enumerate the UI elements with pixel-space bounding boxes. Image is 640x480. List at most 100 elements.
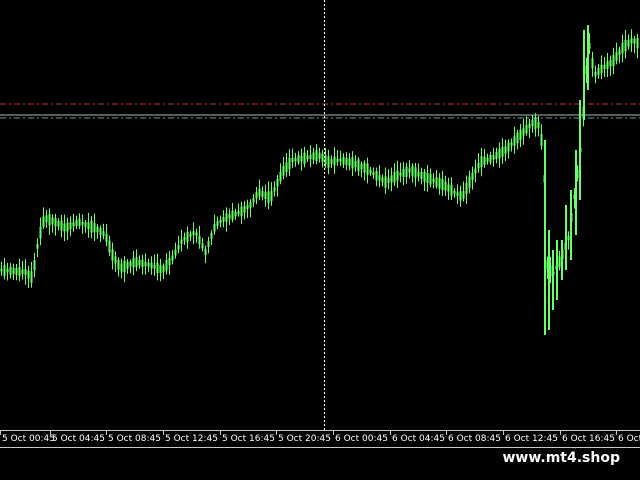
candle: [168, 250, 171, 275]
candle: [315, 144, 318, 165]
candlestick-chart[interactable]: [0, 0, 640, 430]
candle: [222, 210, 225, 228]
candle: [57, 218, 60, 231]
candle-body: [288, 157, 291, 170]
candle: [240, 201, 243, 224]
candle: [123, 256, 126, 283]
time-label-3: 5 Oct 12:45: [165, 434, 218, 444]
candle: [279, 163, 282, 185]
candle-body: [141, 259, 144, 268]
candle: [204, 245, 207, 264]
candle: [603, 56, 606, 77]
candle: [78, 213, 81, 230]
candle: [231, 202, 234, 223]
candle-body: [507, 142, 510, 152]
candle: [144, 253, 147, 275]
candle-body: [213, 223, 216, 232]
candle-body: [501, 146, 504, 157]
candle: [474, 159, 477, 183]
candle: [3, 258, 6, 280]
candle: [75, 215, 78, 230]
candle-body: [69, 222, 72, 230]
candle-body: [12, 267, 15, 275]
candle-body: [183, 236, 186, 241]
candle: [600, 55, 603, 80]
candle: [360, 161, 363, 178]
candle-body: [597, 67, 600, 76]
candle-body: [309, 154, 312, 160]
candle: [528, 118, 531, 139]
price-chart-area[interactable]: [0, 0, 640, 430]
candle: [378, 165, 381, 188]
candle: [309, 145, 312, 168]
time-label-8: 6 Oct 08:45: [448, 434, 501, 444]
candle-body: [306, 155, 309, 160]
candle-body: [294, 157, 297, 162]
candle: [237, 203, 240, 217]
candle: [597, 63, 600, 79]
candle: [630, 29, 633, 53]
candle-body: [411, 165, 414, 177]
candle: [270, 182, 273, 206]
candle: [381, 174, 384, 187]
candle-body: [177, 244, 180, 250]
candle-body: [366, 163, 369, 176]
candle: [114, 251, 117, 272]
candle-body: [414, 167, 417, 178]
candle: [36, 238, 39, 258]
candle-body: [276, 178, 279, 187]
candle: [54, 213, 57, 236]
candle: [363, 160, 366, 181]
candle-body: [351, 157, 354, 169]
candle: [210, 230, 213, 245]
candle-body: [66, 222, 69, 232]
candle: [258, 179, 261, 200]
candle: [537, 115, 540, 137]
candle: [558, 250, 561, 271]
candle: [402, 162, 405, 186]
candle: [609, 55, 612, 76]
candle-body: [540, 134, 543, 146]
candle: [387, 169, 390, 190]
candle: [342, 153, 345, 168]
time-axis: 5 Oct 00:45 5 Oct 04:45 5 Oct 08:45 5 Oc…: [0, 430, 640, 448]
candle-body: [249, 202, 252, 208]
candle: [225, 207, 228, 232]
candle: [501, 138, 504, 164]
candle: [468, 170, 471, 194]
candle-body: [39, 226, 42, 239]
candle-body: [396, 170, 399, 181]
candle-body: [489, 154, 492, 163]
candle: [525, 116, 528, 136]
candle: [498, 142, 501, 168]
candle-body: [432, 178, 435, 183]
candle: [441, 170, 444, 196]
candle-body: [231, 210, 234, 220]
candle-body: [423, 171, 426, 182]
candle-body: [363, 162, 366, 173]
candle: [18, 258, 21, 282]
candle: [411, 163, 414, 183]
candle: [327, 149, 330, 175]
candle-body: [51, 217, 54, 225]
candle-body: [315, 149, 318, 161]
time-label-1: 5 Oct 04:45: [52, 434, 105, 444]
time-label-6: 6 Oct 00:45: [335, 434, 388, 444]
candle-body: [333, 156, 336, 166]
candle: [276, 175, 279, 197]
candle: [135, 249, 138, 272]
candle-body: [444, 181, 447, 191]
candle-body: [282, 165, 285, 176]
candle-body: [252, 198, 255, 203]
candle: [30, 261, 33, 288]
candle: [291, 148, 294, 168]
time-tick: [220, 431, 221, 435]
candle-body: [120, 263, 123, 272]
candle-body: [27, 270, 30, 279]
candle-body: [99, 228, 102, 235]
time-label-9: 6 Oct 12:45: [505, 434, 558, 444]
time-label-4: 5 Oct 16:45: [222, 434, 275, 444]
candle: [429, 168, 432, 188]
candle: [12, 263, 15, 280]
candle: [69, 216, 72, 237]
